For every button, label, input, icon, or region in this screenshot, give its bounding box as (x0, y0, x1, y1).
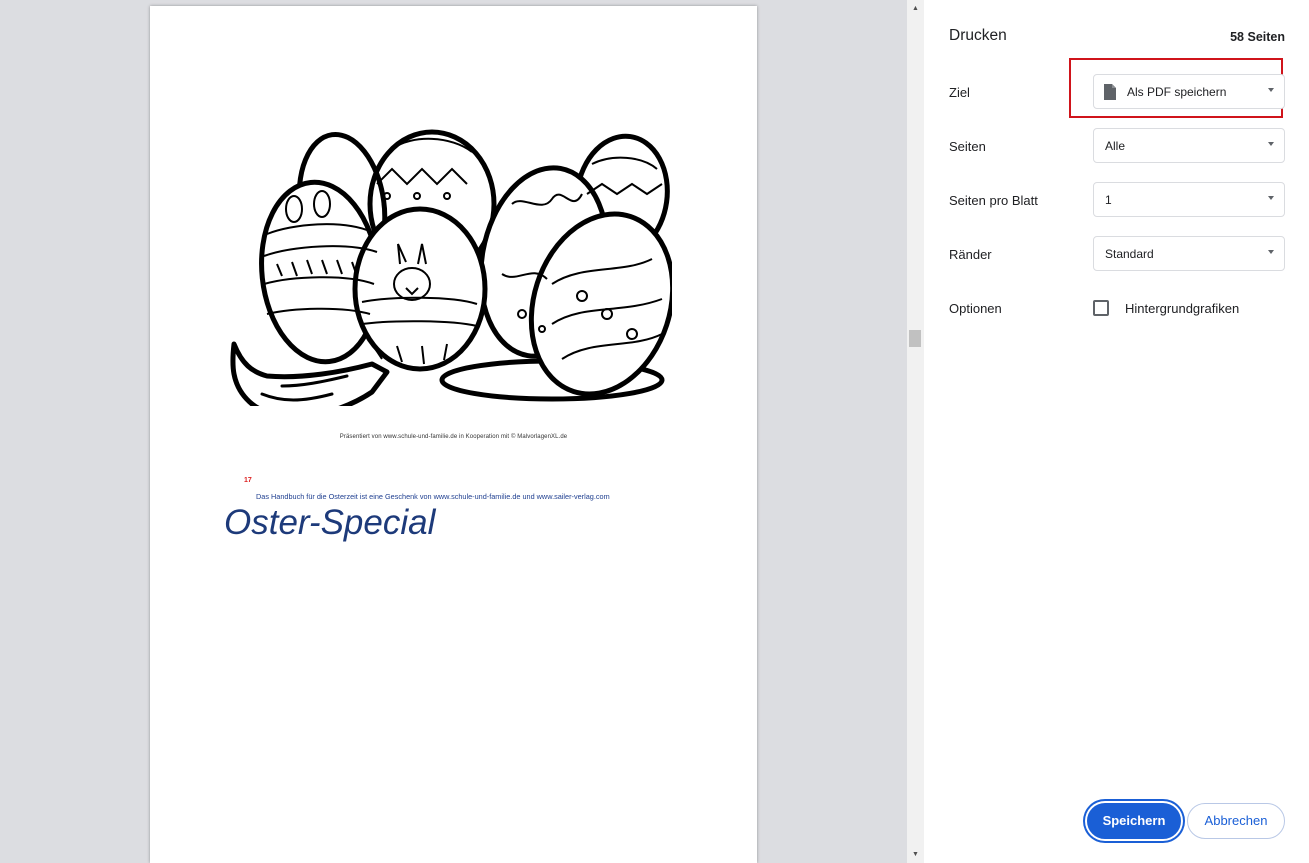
background-graphics-label[interactable]: Hintergrundgrafiken (1125, 301, 1239, 316)
scroll-up-arrow-icon[interactable]: ▲ (907, 0, 924, 17)
chevron-down-icon (1268, 142, 1274, 146)
easter-eggs-illustration (230, 129, 672, 406)
page-number: 17 (244, 477, 252, 484)
preview-page: Präsentiert von www.schule-und-familie.d… (150, 6, 757, 863)
destination-select[interactable]: Als PDF speichern (1093, 74, 1285, 109)
chevron-down-icon (1268, 88, 1274, 92)
margins-select[interactable]: Standard (1093, 236, 1285, 271)
background-graphics-checkbox[interactable] (1093, 300, 1109, 316)
pages-per-sheet-label: Seiten pro Blatt (949, 193, 1038, 208)
pages-per-sheet-select[interactable]: 1 (1093, 182, 1285, 217)
chevron-down-icon (1268, 196, 1274, 200)
pages-select[interactable]: Alle (1093, 128, 1285, 163)
preview-scrollbar[interactable]: ▲ ▼ (907, 0, 924, 863)
headline: Oster-Special (224, 503, 436, 542)
panel-title: Drucken (949, 27, 1007, 44)
print-preview-area: Präsentiert von www.schule-und-familie.d… (0, 0, 907, 863)
scroll-down-arrow-icon[interactable]: ▼ (907, 846, 924, 863)
cancel-button[interactable]: Abbrechen (1187, 803, 1285, 839)
pages-per-sheet-value: 1 (1105, 193, 1112, 207)
pages-value: Alle (1105, 139, 1126, 153)
print-settings-panel: Drucken 58 Seiten Ziel Als PDF speichern… (924, 0, 1309, 863)
margins-label: Ränder (949, 247, 992, 262)
page-count: 58 Seiten (1230, 30, 1285, 44)
document-icon (1104, 84, 1116, 100)
handbook-text: Das Handbuch für die Osterzeit ist eine … (256, 492, 610, 501)
save-button[interactable]: Speichern (1087, 803, 1181, 839)
credit-line: Präsentiert von www.schule-und-familie.d… (339, 434, 568, 440)
scroll-thumb[interactable] (909, 330, 921, 347)
options-label: Optionen (949, 301, 1002, 316)
destination-value: Als PDF speichern (1127, 85, 1227, 99)
chevron-down-icon (1268, 250, 1274, 254)
destination-label: Ziel (949, 85, 970, 100)
pages-label: Seiten (949, 139, 986, 154)
margins-value: Standard (1105, 247, 1154, 261)
